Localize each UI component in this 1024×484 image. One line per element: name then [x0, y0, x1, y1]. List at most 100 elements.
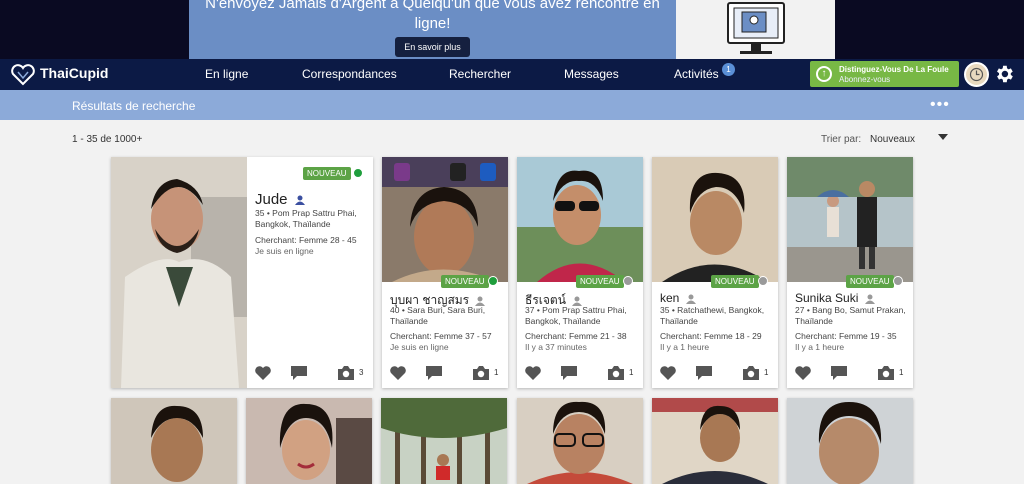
photo-count: 3: [359, 368, 364, 377]
profile-last-seen: Il y a 1 heure: [795, 342, 845, 352]
heart-icon[interactable]: [794, 365, 812, 381]
results-header: Résultats de recherche •••: [0, 90, 1024, 120]
profile-name[interactable]: ken: [660, 291, 696, 305]
heart-icon[interactable]: [389, 365, 407, 381]
photo-count: 1: [899, 368, 904, 377]
profile-photo[interactable]: [111, 157, 247, 388]
profile-card[interactable]: [381, 398, 507, 484]
profile-location: 35 • Ratchathewi, Bangkok, Thaïlande: [660, 305, 765, 326]
results-count: 1 - 35 de 1000+: [72, 134, 143, 145]
chat-icon[interactable]: [290, 365, 308, 381]
profile-seeking: Cherchant: Femme 37 - 57: [390, 331, 492, 341]
profile-location: 40 • Sara Buri, Sara Buri, Thaïlande: [390, 305, 486, 326]
person-icon: [294, 195, 305, 206]
nav-messages[interactable]: Messages: [564, 67, 619, 81]
brand-name[interactable]: ThaiCupid: [40, 65, 108, 81]
profile-card[interactable]: [517, 398, 643, 484]
photo-count: 1: [629, 368, 634, 377]
camera-icon[interactable]: [742, 365, 760, 381]
upgrade-promo-button[interactable]: ↑ Distinguez-Vous De La Foule Abonnez-vo…: [810, 61, 959, 87]
profile-last-seen: Il y a 1 heure: [660, 342, 710, 352]
heart-icon[interactable]: [524, 365, 542, 381]
profile-card[interactable]: NOUVEAU Sunika Suki 27 • Bang Bo, Samut …: [787, 157, 913, 388]
profile-seeking: Cherchant: Femme 18 - 29: [660, 331, 762, 341]
profile-card-featured[interactable]: NOUVEAU Jude 35 • Pom Prap Sattru Phai, …: [111, 157, 373, 388]
profile-location: 35 • Pom Prap Sattru Phai, Bangkok, Thaï…: [255, 208, 357, 229]
profile-seeking: Cherchant: Femme 19 - 35: [795, 331, 897, 341]
profile-seeking: Cherchant: Femme 21 - 38: [525, 331, 627, 341]
nav-matches[interactable]: Correspondances: [302, 67, 397, 81]
top-navigation: ThaiCupid En ligne Correspondances Reche…: [0, 59, 1024, 90]
nav-search[interactable]: Rechercher: [449, 67, 511, 81]
new-badge: NOUVEAU: [441, 275, 489, 288]
more-options-icon[interactable]: •••: [930, 97, 950, 113]
learn-more-button[interactable]: En savoir plus: [395, 37, 470, 57]
profile-location: 27 • Bang Bo, Samut Prakan, Thaïlande: [795, 305, 906, 326]
profile-photo[interactable]: [382, 157, 508, 282]
camera-icon[interactable]: [337, 365, 355, 381]
online-status-dot: [488, 276, 498, 286]
nav-online[interactable]: En ligne: [205, 67, 248, 81]
chat-icon[interactable]: [560, 365, 578, 381]
profile-photo[interactable]: [111, 398, 237, 484]
profile-photo[interactable]: [787, 398, 913, 484]
chat-icon[interactable]: [425, 365, 443, 381]
new-badge: NOUVEAU: [846, 275, 894, 288]
profile-photo[interactable]: [246, 398, 372, 484]
profile-photo[interactable]: [381, 398, 507, 484]
promo-subline: Abonnez-vous: [839, 75, 891, 84]
new-badge: NOUVEAU: [576, 275, 624, 288]
ad-banner[interactable]: N'envoyez Jamais d'Argent à Quelqu'un qu…: [189, 0, 835, 59]
profile-photo[interactable]: [517, 398, 643, 484]
profile-photo[interactable]: [787, 157, 913, 282]
camera-icon[interactable]: [607, 365, 625, 381]
sort-select[interactable]: Nouveaux: [870, 134, 915, 145]
heart-icon[interactable]: [254, 365, 272, 381]
clock-icon: [969, 67, 984, 82]
profile-name[interactable]: Jude: [255, 191, 305, 208]
gear-icon[interactable]: [993, 63, 1015, 85]
photo-count: 1: [764, 368, 769, 377]
profile-last-seen: Je suis en ligne: [255, 246, 314, 256]
offline-status-dot: [758, 276, 768, 286]
user-avatar[interactable]: [964, 62, 989, 87]
camera-icon[interactable]: [877, 365, 895, 381]
profile-name-text: Sunika Suki: [795, 291, 859, 305]
offline-status-dot: [623, 276, 633, 286]
profile-last-seen: Il y a 37 minutes: [525, 342, 587, 352]
heart-logo-icon[interactable]: [10, 64, 36, 86]
profile-photo[interactable]: [652, 398, 778, 484]
nav-activities[interactable]: Activités: [674, 67, 719, 81]
photo-count: 1: [494, 368, 499, 377]
activity-count-badge: 1: [722, 63, 735, 76]
profile-card[interactable]: [111, 398, 237, 484]
profile-photo[interactable]: [652, 157, 778, 282]
promo-headline: Distinguez-Vous De La Foule: [839, 65, 949, 74]
profile-location: 37 • Pom Prap Sattru Phai, Bangkok, Thaï…: [525, 305, 627, 326]
page-title: Résultats de recherche: [72, 99, 196, 113]
chat-icon[interactable]: [695, 365, 713, 381]
profile-last-seen: Je suis en ligne: [390, 342, 449, 352]
profile-card[interactable]: [246, 398, 372, 484]
online-status-dot: [353, 168, 363, 178]
chevron-down-icon[interactable]: [938, 134, 948, 140]
new-badge: NOUVEAU: [711, 275, 759, 288]
profile-seeking: Cherchant: Femme 28 - 45: [255, 235, 357, 245]
new-badge: NOUVEAU: [303, 167, 351, 180]
camera-icon[interactable]: [472, 365, 490, 381]
arrow-up-icon: ↑: [816, 66, 832, 82]
profile-card[interactable]: NOUVEAU ธีรเจตน์ 37 • Pom Prap Sattru Ph…: [517, 157, 643, 388]
profile-card[interactable]: [787, 398, 913, 484]
profile-photo[interactable]: [517, 157, 643, 282]
profile-card[interactable]: NOUVEAU ken 35 • Ratchathewi, Bangkok, T…: [652, 157, 778, 388]
sort-label: Trier par:: [821, 134, 862, 145]
person-icon: [685, 294, 696, 304]
profile-card[interactable]: NOUVEAU บุบผา ชาญสมร 40 • Sara Buri, Sar…: [382, 157, 508, 388]
scam-warning-illustration: [676, 0, 835, 59]
profile-name[interactable]: Sunika Suki: [795, 291, 875, 305]
ad-banner-text: N'envoyez Jamais d'Argent à Quelqu'un qu…: [205, 0, 660, 32]
chat-icon[interactable]: [830, 365, 848, 381]
person-icon: [864, 294, 875, 304]
heart-icon[interactable]: [659, 365, 677, 381]
profile-card[interactable]: [652, 398, 778, 484]
